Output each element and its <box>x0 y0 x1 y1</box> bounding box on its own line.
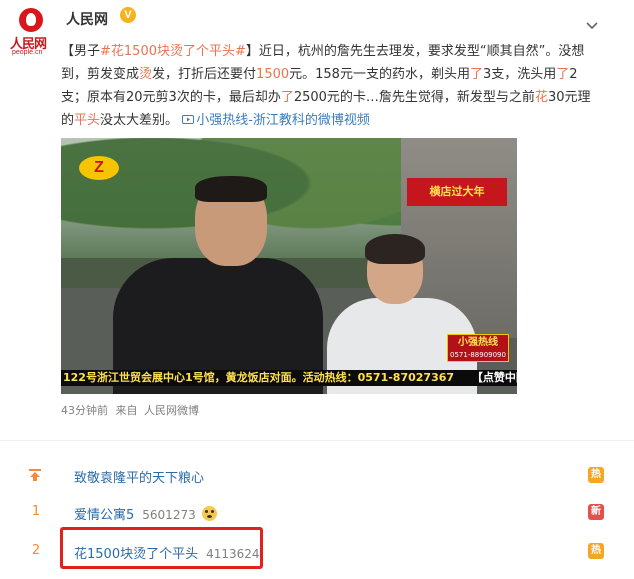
hot-search-title-wrap: 爱情公寓5 5601273 <box>74 504 217 523</box>
post-source[interactable]: 人民网微博 <box>144 404 199 417</box>
hot-search-row[interactable]: 1 爱情公寓5 5601273 新 <box>0 496 634 528</box>
post-time[interactable]: 43分钟前 <box>61 404 108 417</box>
weibo-post: 人民网 people.cn 人民网 V 【男子#花1500块烫了个平头#】近日，… <box>0 0 634 430</box>
verified-badge-icon: V <box>120 7 136 23</box>
surprised-emoji-icon <box>201 506 217 521</box>
man-hair <box>195 176 267 202</box>
post-text-segment: 没太大差别。 <box>100 113 179 128</box>
show-logo: 小强热线 0571-88909090 <box>447 334 509 362</box>
account-avatar[interactable]: 人民网 people.cn <box>8 8 54 56</box>
highlight-keyword: 花 <box>534 90 548 105</box>
video-person-man <box>113 176 323 394</box>
highlight-keyword: 1500 <box>256 67 290 82</box>
show-logo-text: 小强热线 <box>458 337 498 348</box>
source-prefix: 来自 <box>115 404 138 417</box>
woman-hair <box>365 234 425 264</box>
hot-search-rank: 1 <box>31 504 41 519</box>
account-name[interactable]: 人民网 <box>66 9 108 29</box>
post-text-segment: 发，打折后还要付 <box>152 67 257 82</box>
post-meta: 43分钟前 来自 人民网微博 <box>61 402 199 418</box>
avatar-url-text: people.cn <box>12 49 43 56</box>
section-divider <box>0 440 634 441</box>
post-text-segment: 3支，洗头用 <box>482 67 557 82</box>
hot-search-row[interactable]: 致敬袁隆平的天下粮心 热 <box>0 459 634 491</box>
post-text-segment: 2500元的卡…詹先生觉得，新发型与之前 <box>293 90 535 105</box>
post-text-segment: 元。158元一支的药水，剃头用 <box>289 67 470 82</box>
people-logo-icon <box>19 8 43 32</box>
highlight-annotation-box <box>60 527 263 569</box>
hot-badge: 热 <box>588 467 604 483</box>
shop-sign-text: 横店过大年 <box>429 185 485 198</box>
video-ticker: 122号浙江世贸会展中心1号馆，黄龙饭店对面。活动热线：0571-8702736… <box>61 370 517 386</box>
show-logo-phone: 0571-88909090 <box>450 351 506 359</box>
highlight-keyword: 了 <box>556 67 570 82</box>
hot-search-title[interactable]: 致敬袁隆平的天下粮心 <box>74 467 204 486</box>
hot-badge: 热 <box>588 543 604 559</box>
video-link[interactable]: 小强热线-浙江教科的微博视频 <box>182 113 370 128</box>
highlight-keyword: 平头 <box>74 113 101 128</box>
highlight-keyword: 了 <box>280 90 294 105</box>
hot-search-rank: 2 <box>31 543 41 558</box>
ticker-text: 122号浙江世贸会展中心1号馆，黄龙饭店对面。活动热线：0571-8702736… <box>63 371 455 384</box>
new-badge: 新 <box>588 504 604 520</box>
pin-top-icon <box>29 469 41 481</box>
video-link-label: 小强热线-浙江教科的微博视频 <box>196 113 370 128</box>
hot-search-title[interactable]: 爱情公寓5 <box>74 508 134 523</box>
post-text-segment: 【男子 <box>61 44 101 59</box>
highlight-keyword: 烫 <box>139 67 153 82</box>
post-text: 【男子#花1500块烫了个平头#】近日，杭州的詹先生去理发，要求发型“顺其自然”… <box>61 40 595 132</box>
video-link-icon <box>182 115 195 124</box>
video-scene-shop-sign: 横店过大年 <box>407 178 507 206</box>
channel-logo: Z <box>79 156 119 180</box>
hot-search-count: 5601273 <box>142 508 196 522</box>
highlight-keyword: 了 <box>469 67 483 82</box>
ticker-right-text: 【点赞中国分 <box>471 371 517 384</box>
chevron-down-icon[interactable] <box>586 20 598 32</box>
video-player[interactable]: 横店过大年 Z 小强热线 0571-88909090 122号浙江世贸会展中心1… <box>61 138 517 394</box>
topic-link[interactable]: #花1500块烫了个平头# <box>100 44 246 59</box>
